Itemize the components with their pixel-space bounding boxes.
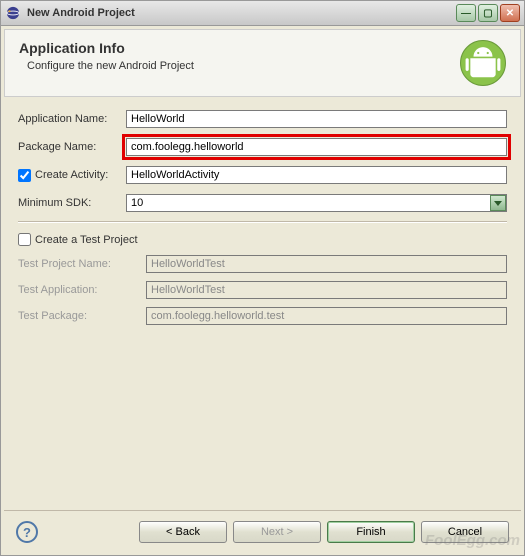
create-test-project-checkbox[interactable] — [18, 233, 31, 246]
application-name-label: Application Name: — [18, 113, 126, 125]
android-icon — [460, 40, 506, 86]
next-button: Next > — [233, 521, 321, 543]
package-name-highlight — [122, 134, 511, 160]
window-title: New Android Project — [27, 7, 456, 19]
minimum-sdk-input[interactable] — [126, 194, 507, 212]
wizard-header: Application Info Configure the new Andro… — [4, 29, 521, 97]
package-name-input[interactable] — [126, 138, 507, 156]
create-activity-checkbox[interactable] — [18, 169, 31, 182]
close-button[interactable]: ✕ — [500, 4, 520, 22]
wizard-footer: ? < Back Next > Finish Cancel — [4, 510, 521, 549]
test-project-name-input — [146, 255, 507, 273]
test-project-name-label: Test Project Name: — [18, 258, 146, 270]
create-activity-label: Create Activity: — [35, 169, 108, 181]
create-test-project-label: Create a Test Project — [35, 234, 138, 246]
header-title: Application Info — [19, 40, 460, 56]
minimum-sdk-dropdown-button[interactable] — [490, 195, 506, 211]
application-name-input[interactable] — [126, 110, 507, 128]
minimize-button[interactable]: — — [456, 4, 476, 22]
create-activity-input[interactable] — [126, 166, 507, 184]
test-package-input — [146, 307, 507, 325]
test-application-input — [146, 281, 507, 299]
test-application-label: Test Application: — [18, 284, 146, 296]
header-subtitle: Configure the new Android Project — [27, 60, 460, 72]
finish-button[interactable]: Finish — [327, 521, 415, 543]
section-divider — [18, 221, 507, 223]
package-name-label: Package Name: — [18, 141, 126, 153]
minimum-sdk-label: Minimum SDK: — [18, 197, 126, 209]
eclipse-icon — [5, 5, 21, 21]
test-package-label: Test Package: — [18, 310, 146, 322]
titlebar[interactable]: New Android Project — ▢ ✕ — [0, 0, 525, 26]
back-button[interactable]: < Back — [139, 521, 227, 543]
cancel-button[interactable]: Cancel — [421, 521, 509, 543]
help-button[interactable]: ? — [16, 521, 38, 543]
maximize-button[interactable]: ▢ — [478, 4, 498, 22]
